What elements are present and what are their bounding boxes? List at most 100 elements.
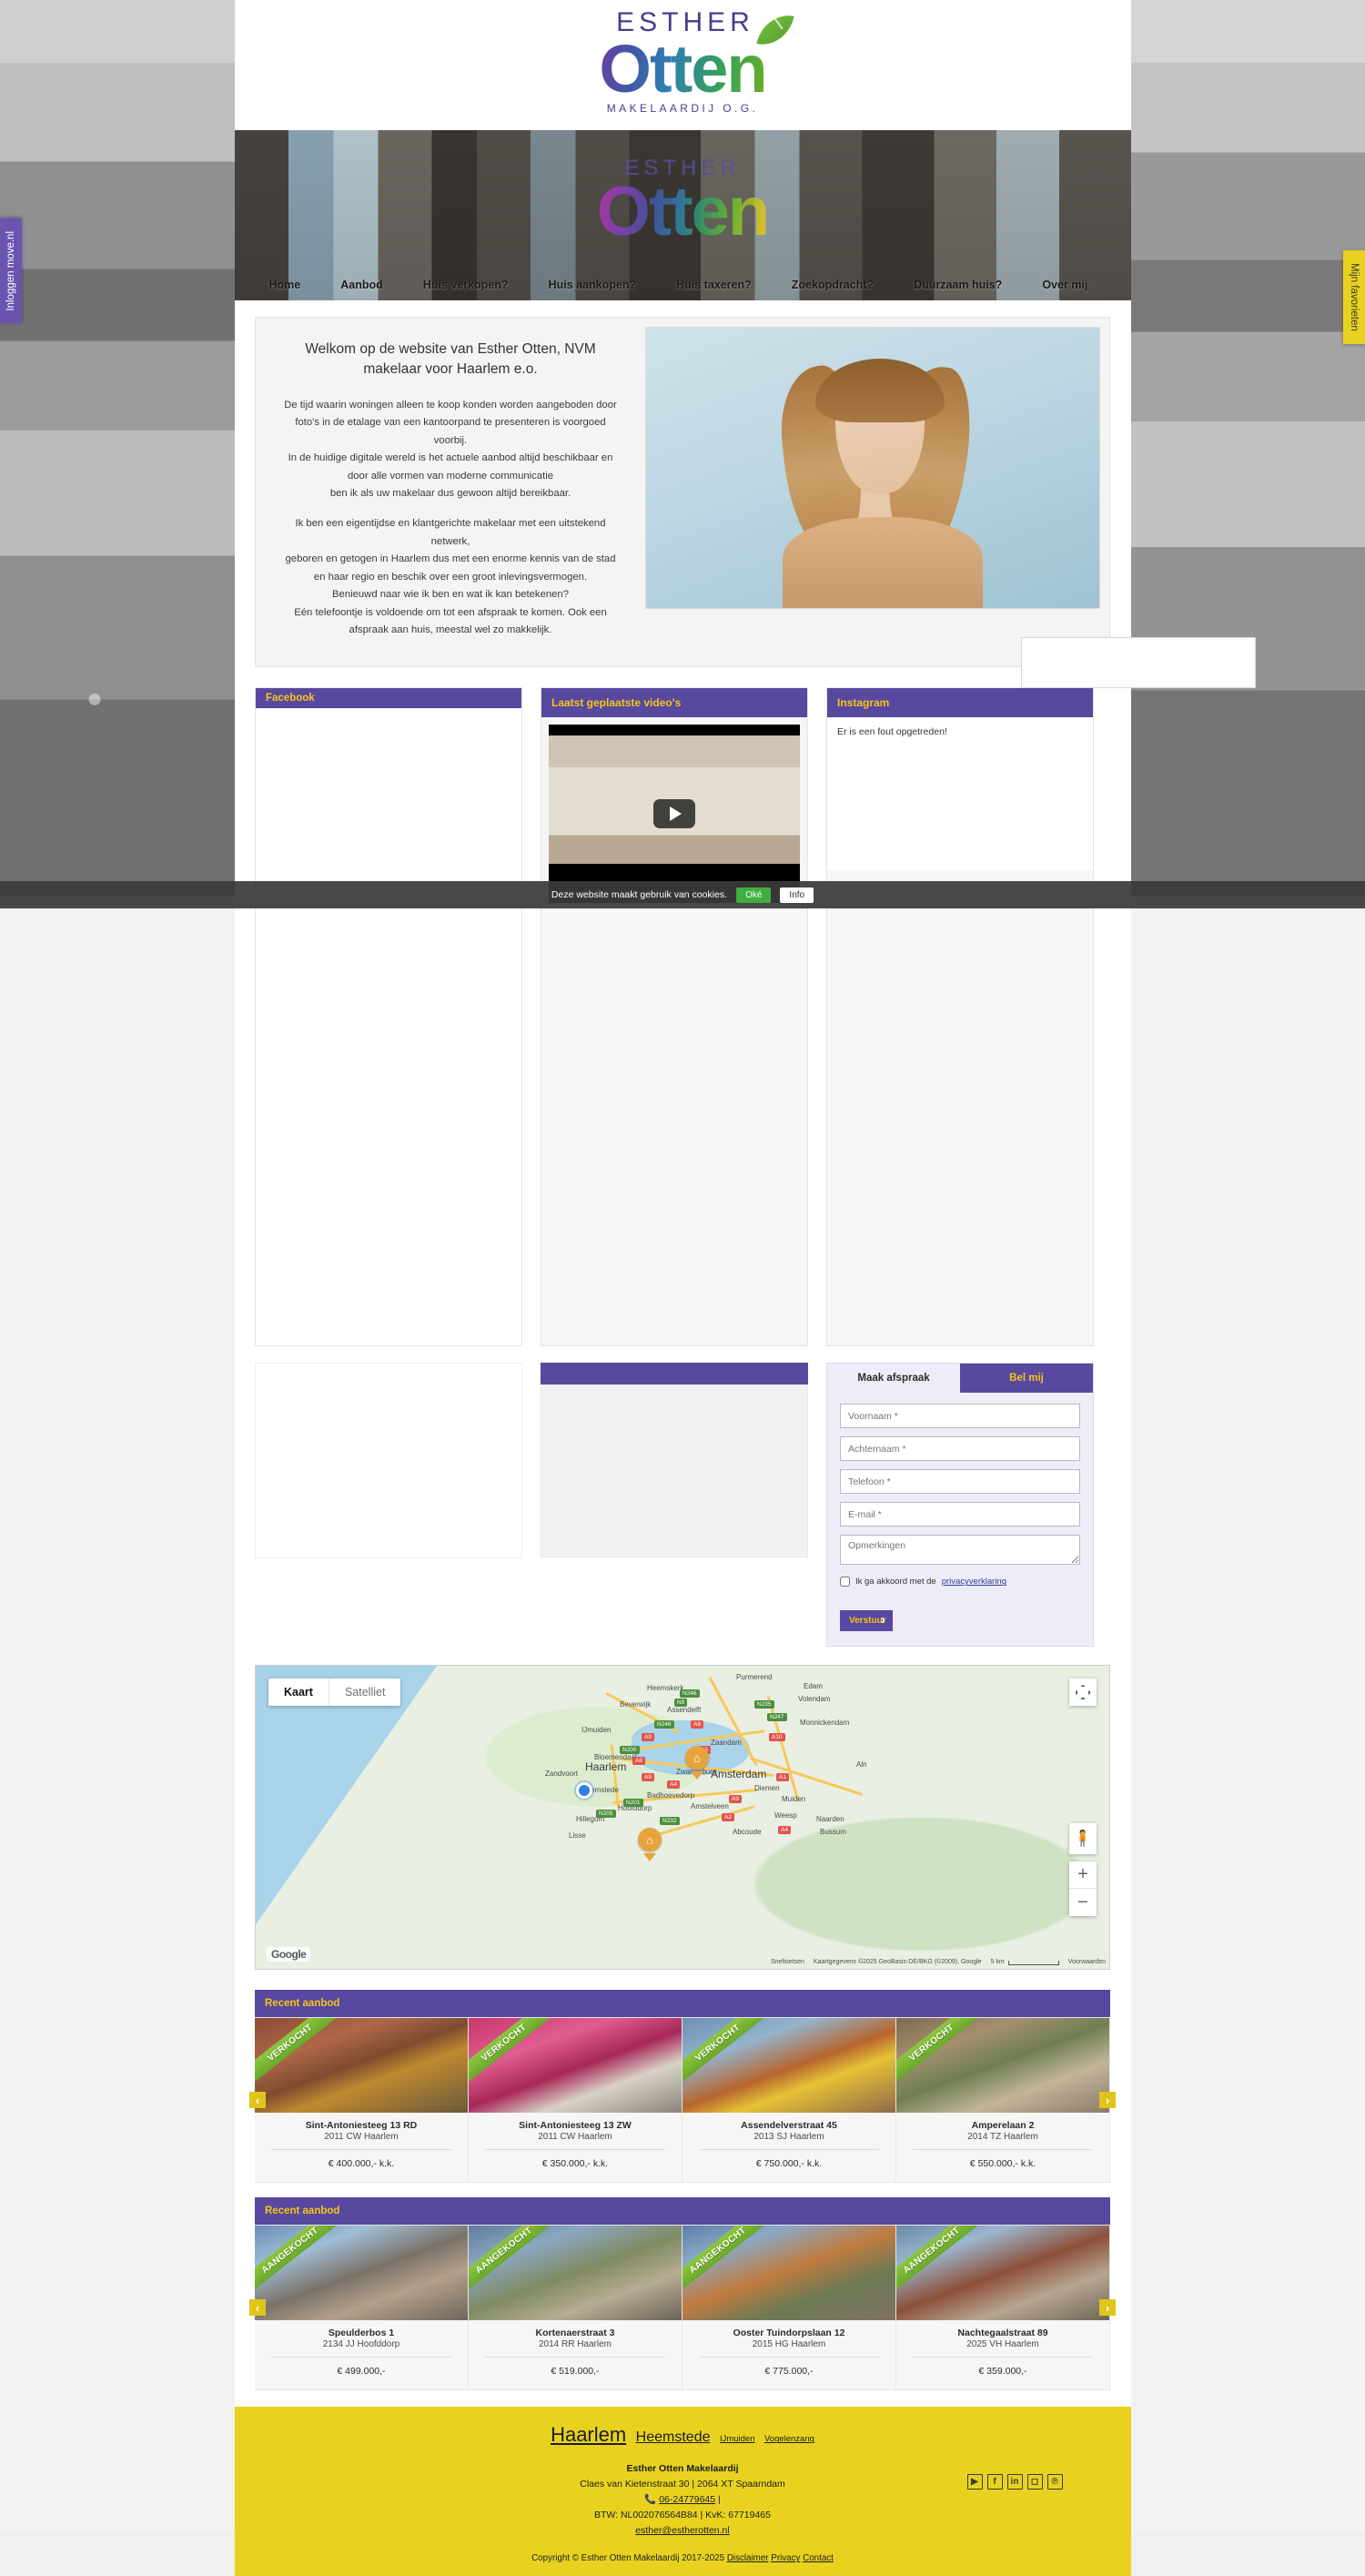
status-ribbon: AANGEKOCHT: [255, 2226, 349, 2300]
google-map[interactable]: Heemskerk Edam Purmerend Volendam Beverwijk A…: [255, 1665, 1110, 1971]
listing-photo: VERKOCHT: [469, 2018, 682, 2114]
map-label: Amstelveen: [691, 1802, 729, 1811]
listing-section-title: Recent aanbod: [255, 1990, 1110, 2018]
remarks-textarea[interactable]: [840, 1535, 1080, 1566]
site-footer: Haarlem Heemstede IJmuiden Vogelenzang ▶…: [234, 2407, 1131, 2576]
listing-card[interactable]: VERKOCHT Sint-Antoniesteeg 13 RD 2011 CW…: [255, 2017, 469, 2184]
map-road-badge: A9: [642, 1773, 654, 1782]
listing-photo: VERKOCHT: [896, 2018, 1109, 2114]
youtube-icon[interactable]: ▶: [966, 2474, 983, 2490]
listing-section-sold: Recent aanbod ‹ VERKOCHT Sint-Antonieste…: [249, 1990, 1116, 2184]
privacy-checkbox[interactable]: [840, 1577, 850, 1587]
listing-card[interactable]: AANGEKOCHT Nachtegaalstraat 89 2025 VH H…: [896, 2225, 1110, 2391]
nav-item-huis-aankopen[interactable]: Huis aankopen?: [529, 274, 657, 296]
map-label: Monnickendam: [800, 1719, 850, 1728]
listing-card[interactable]: AANGEKOCHT Ooster Tuindorpslaan 12 2015 …: [682, 2225, 896, 2391]
listing-zipcode: 2025 VH Haarlem: [966, 2339, 1039, 2350]
map-road-badge: A1: [776, 1773, 789, 1782]
facebook-widget-body[interactable]: [256, 708, 521, 1346]
zoom-out-button[interactable]: −: [1069, 1889, 1097, 1916]
phone-input[interactable]: [840, 1469, 1080, 1495]
footer-link-disclaimer[interactable]: Disclaimer: [727, 2553, 769, 2563]
listing-price: € 550.000,- k.k.: [969, 2158, 1036, 2170]
first-name-input[interactable]: [840, 1404, 1080, 1429]
footer-city-vogelenzang[interactable]: Vogelenzang: [764, 2434, 814, 2444]
listing-zipcode: 2014 TZ Haarlem: [967, 2132, 1038, 2143]
map-type-satelliet[interactable]: Satelliet: [328, 1678, 400, 1707]
zoom-in-button[interactable]: +: [1069, 1861, 1097, 1890]
nav-item-zoekopdracht[interactable]: Zoekopdracht?: [772, 274, 894, 296]
facebook-icon[interactable]: f: [986, 2474, 1003, 2490]
widget-row-social: Facebook Laatst geplaatste video's Insta…: [255, 687, 1110, 1347]
last-name-input[interactable]: [840, 1436, 1080, 1462]
email-input[interactable]: [840, 1502, 1080, 1527]
fullscreen-icon[interactable]: [1069, 1678, 1097, 1707]
footer-contact-info: Esther Otten Makelaardij Claes van Kiete…: [235, 2461, 1131, 2539]
submit-button[interactable]: Verstuur: [840, 1610, 893, 1632]
map-road-badge: A9: [642, 1733, 654, 1742]
agent-portrait-photo: [645, 327, 1100, 609]
pinterest-icon[interactable]: ℗: [1046, 2474, 1063, 2490]
map-terms-link[interactable]: Voorwaarden: [1068, 1959, 1106, 1965]
side-tab-login[interactable]: Inloggen move.nl: [0, 218, 22, 324]
map-type-kaart[interactable]: Kaart: [268, 1678, 329, 1706]
listing-card[interactable]: VERKOCHT Assendelverstraat 45 2013 SJ Ha…: [682, 2017, 896, 2184]
footer-city-ijmuiden[interactable]: IJmuiden: [720, 2434, 755, 2444]
listing-zipcode: 2013 SJ Haarlem: [753, 2132, 824, 2143]
listing-photo: AANGEKOCHT: [469, 2226, 682, 2321]
house-icon: ⌂: [693, 1750, 701, 1765]
instagram-icon[interactable]: ◻: [1026, 2474, 1043, 2490]
map-label: Lisse: [569, 1831, 586, 1841]
listing-zipcode: 2015 HG Haarlem: [752, 2339, 826, 2350]
pegman-icon[interactable]: 🧍: [1069, 1823, 1097, 1855]
listing-zipcode: 2134 JJ Hoofddorp: [322, 2339, 400, 2350]
nav-item-aanbod[interactable]: Aanbod: [320, 274, 403, 296]
map-label: Weesp: [774, 1811, 797, 1820]
footer-email-link[interactable]: esther@estherotten.nl: [635, 2525, 729, 2536]
hero-logo-watermark: ESTHER Otten: [597, 156, 768, 251]
play-icon[interactable]: [653, 799, 695, 829]
map-shortcuts-link[interactable]: Sneltoetsen: [771, 1959, 804, 1965]
footer-social-icons: ▶ f in ◻ ℗: [966, 2474, 1063, 2490]
listing-price: € 400.000,- k.k.: [328, 2158, 395, 2170]
cookie-info-button[interactable]: Info: [780, 887, 814, 903]
nav-item-huis-verkopen[interactable]: Huis verkopen?: [403, 274, 529, 296]
nav-item-over-mij[interactable]: Over mij: [1022, 274, 1107, 296]
video-thumbnail[interactable]: [549, 725, 800, 904]
nav-item-duurzaam-huis[interactable]: Duurzaam huis?: [894, 274, 1022, 296]
footer-city-haarlem[interactable]: Haarlem: [551, 2423, 626, 2446]
map-marker-north[interactable]: ⌂: [685, 1746, 709, 1773]
footer-link-privacy[interactable]: Privacy: [771, 2553, 800, 2563]
listing-card[interactable]: AANGEKOCHT Speulderbos 1 2134 JJ Hoofddo…: [255, 2225, 469, 2391]
listing-next-arrow[interactable]: ›: [1099, 2092, 1116, 2109]
google-logo[interactable]: Google: [267, 1947, 311, 1962]
map-road-badge: A8: [632, 1757, 645, 1766]
map-road-badge: A4: [667, 1780, 680, 1790]
nav-item-huis-taxeren[interactable]: Huis taxeren?: [656, 274, 772, 296]
side-tab-login-label: Inloggen move.nl: [5, 231, 16, 311]
tab-bel-mij[interactable]: Bel mij: [960, 1364, 1093, 1394]
privacy-policy-link[interactable]: privacyverklaring: [942, 1577, 1006, 1587]
listing-card[interactable]: VERKOCHT Amperelaan 2 2014 TZ Haarlem € …: [896, 2017, 1110, 2184]
footer-link-contact[interactable]: Contact: [803, 2553, 834, 2563]
listing-card[interactable]: AANGEKOCHT Kortenaerstraat 3 2014 RR Haa…: [469, 2225, 682, 2391]
linkedin-icon[interactable]: in: [1006, 2474, 1023, 2490]
listing-zipcode: 2014 RR Haarlem: [538, 2339, 612, 2350]
logo-otten-text: Otten: [532, 35, 833, 102]
map-road-badge: N201: [623, 1799, 643, 1808]
map-road-badge: A9: [729, 1795, 742, 1804]
side-tab-favorites[interactable]: Mijn favorieten: [1343, 250, 1365, 344]
listing-prev-arrow[interactable]: ‹: [249, 2092, 266, 2109]
footer-city-heemstede[interactable]: Heemstede: [636, 2429, 711, 2445]
cookie-accept-button[interactable]: Oké: [736, 887, 772, 903]
house-icon: ⌂: [646, 1832, 653, 1847]
tab-maak-afspraak[interactable]: Maak afspraak: [827, 1364, 960, 1394]
site-logo[interactable]: ESTHER Otten MAKELAARDIJ O.G.: [532, 7, 833, 115]
listing-next-arrow[interactable]: ›: [1099, 2299, 1116, 2317]
map-label: Amsterdam: [711, 1768, 767, 1781]
nav-item-home[interactable]: Home: [249, 274, 321, 296]
footer-phone-link[interactable]: 06-24779645: [659, 2494, 715, 2505]
listing-card[interactable]: VERKOCHT Sint-Antoniesteeg 13 ZW 2011 CW…: [469, 2017, 682, 2184]
listing-prev-arrow[interactable]: ‹: [249, 2299, 266, 2317]
map-marker-south[interactable]: ⌂: [638, 1828, 662, 1855]
